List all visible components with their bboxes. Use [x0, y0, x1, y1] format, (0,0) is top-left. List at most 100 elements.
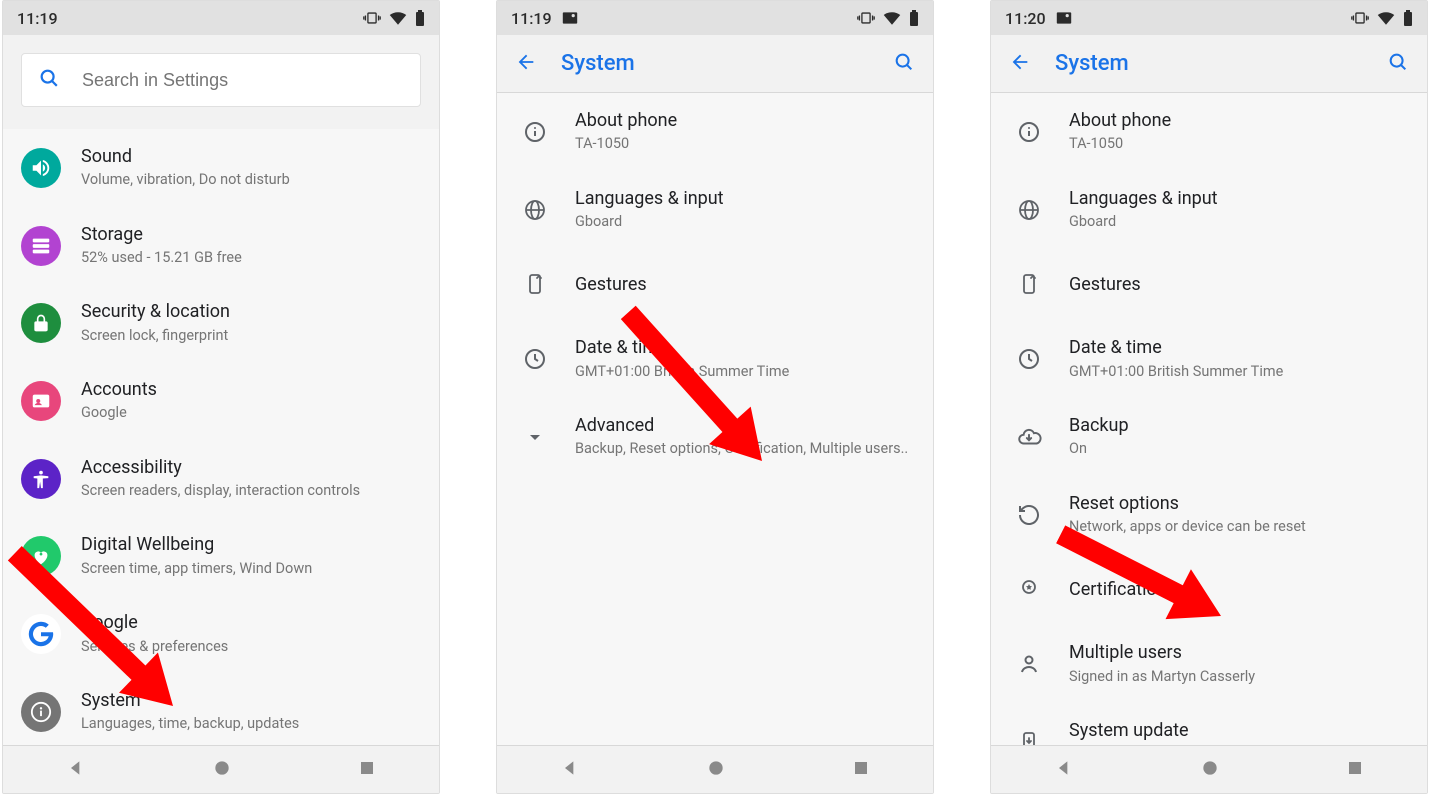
row-subtitle: Signed in as Martyn Casserly	[1069, 667, 1409, 687]
settings-row-sound[interactable]: Sound Volume, vibration, Do not disturb	[3, 129, 439, 207]
row-subtitle: Screen readers, display, interaction con…	[81, 481, 421, 501]
settings-row-gestures[interactable]: Gestures	[991, 248, 1427, 320]
restore-icon	[1009, 495, 1049, 535]
header-title: System	[561, 51, 893, 76]
search-button[interactable]	[893, 51, 915, 77]
person-icon	[1009, 644, 1049, 684]
cloud-icon	[1009, 417, 1049, 457]
nav-recent-button[interactable]	[1346, 759, 1364, 781]
row-title: System update	[1069, 719, 1409, 742]
wifi-icon	[389, 11, 407, 25]
settings-list: Sound Volume, vibration, Do not disturb …	[3, 129, 439, 745]
nav-recent-button[interactable]	[852, 759, 870, 781]
navigation-bar	[991, 745, 1427, 793]
settings-row-datetime[interactable]: Date & time GMT+01:00 British Summer Tim…	[991, 320, 1427, 398]
settings-list: About phone TA-1050 Languages & input Gb…	[497, 93, 933, 745]
settings-row-system[interactable]: System Languages, time, backup, updates	[3, 673, 439, 745]
info-icon	[21, 692, 61, 732]
chevron-icon	[515, 417, 555, 457]
searchbox-container	[3, 35, 439, 130]
back-button[interactable]	[515, 51, 537, 77]
nav-back-button[interactable]	[1054, 758, 1074, 782]
row-title: Digital Wellbeing	[81, 533, 421, 556]
accounts-icon	[21, 381, 61, 421]
wifi-icon	[883, 11, 901, 25]
settings-row-lang[interactable]: Languages & input Gboard	[497, 171, 933, 249]
status-time: 11:20	[1005, 9, 1046, 28]
row-title: Reset options	[1069, 492, 1409, 515]
nav-home-button[interactable]	[706, 758, 726, 782]
sound-icon	[21, 148, 61, 188]
clock-icon	[515, 339, 555, 379]
settings-row-storage[interactable]: Storage 52% used - 15.21 GB free	[3, 207, 439, 285]
settings-row-about[interactable]: About phone TA-1050	[497, 93, 933, 171]
row-subtitle: Screen time, app timers, Wind Down	[81, 559, 421, 579]
row-subtitle: GMT+01:00 British Summer Time	[1069, 362, 1409, 382]
settings-row-reset[interactable]: Reset options Network, apps or device ca…	[991, 476, 1427, 554]
settings-row-accounts[interactable]: Accounts Google	[3, 362, 439, 440]
row-title: Date & time	[575, 336, 915, 359]
nav-back-button[interactable]	[66, 758, 86, 782]
ribbon-icon	[1009, 569, 1049, 609]
wifi-icon	[1377, 11, 1395, 25]
settings-row-accessibility[interactable]: Accessibility Screen readers, display, i…	[3, 440, 439, 518]
settings-row-gestures[interactable]: Gestures	[497, 248, 933, 320]
gesture-icon	[1009, 264, 1049, 304]
settings-row-cert[interactable]: Certification	[991, 553, 1427, 625]
app-header: System	[991, 35, 1427, 93]
settings-row-wellbeing[interactable]: Digital Wellbeing Screen time, app timer…	[3, 517, 439, 595]
row-title: Gestures	[575, 273, 915, 296]
row-title: Accessibility	[81, 456, 421, 479]
vibrate-icon	[363, 11, 381, 25]
settings-row-advanced[interactable]: Advanced Backup, Reset options, Certific…	[497, 398, 933, 476]
row-subtitle: Gboard	[575, 212, 915, 232]
row-subtitle: Gboard	[1069, 212, 1409, 232]
row-subtitle: Backup, Reset options, Certification, Mu…	[575, 439, 915, 459]
gesture-icon	[515, 264, 555, 304]
row-title: Accounts	[81, 378, 421, 401]
google-icon	[21, 614, 61, 654]
notification-icon	[1056, 11, 1072, 25]
row-title: Security & location	[81, 300, 421, 323]
row-subtitle: Google	[81, 403, 421, 423]
settings-row-multi[interactable]: Multiple users Signed in as Martyn Casse…	[991, 625, 1427, 703]
settings-row-security[interactable]: Security & location Screen lock, fingerp…	[3, 284, 439, 362]
settings-row-update[interactable]: System update Update available	[991, 703, 1427, 745]
settings-row-lang[interactable]: Languages & input Gboard	[991, 171, 1427, 249]
row-subtitle: 52% used - 15.21 GB free	[81, 248, 421, 268]
battery-icon	[909, 10, 919, 26]
row-title: Date & time	[1069, 336, 1409, 359]
row-subtitle: Languages, time, backup, updates	[81, 714, 421, 734]
battery-icon	[415, 10, 425, 26]
nav-recent-button[interactable]	[358, 759, 376, 781]
row-subtitle: Volume, vibration, Do not disturb	[81, 170, 421, 190]
back-button[interactable]	[1009, 51, 1031, 77]
search-input[interactable]	[82, 70, 404, 91]
row-subtitle: TA-1050	[575, 134, 915, 154]
row-subtitle: GMT+01:00 British Summer Time	[575, 362, 915, 382]
row-title: Multiple users	[1069, 641, 1409, 664]
wellbeing-icon	[21, 536, 61, 576]
vibrate-icon	[1351, 11, 1369, 25]
status-time: 11:19	[17, 9, 58, 28]
lock-icon	[21, 303, 61, 343]
search-box[interactable]	[21, 53, 421, 107]
info-outline-icon	[515, 112, 555, 152]
row-title: Languages & input	[1069, 187, 1409, 210]
row-title: Sound	[81, 145, 421, 168]
settings-row-backup[interactable]: Backup On	[991, 398, 1427, 476]
status-bar: 11:20	[991, 1, 1427, 35]
storage-icon	[21, 226, 61, 266]
navigation-bar	[3, 745, 439, 793]
settings-row-datetime[interactable]: Date & time GMT+01:00 British Summer Tim…	[497, 320, 933, 398]
vibrate-icon	[857, 11, 875, 25]
notification-icon	[562, 11, 578, 25]
row-subtitle: Network, apps or device can be reset	[1069, 517, 1409, 537]
nav-home-button[interactable]	[212, 758, 232, 782]
nav-home-button[interactable]	[1200, 758, 1220, 782]
settings-row-google[interactable]: Google Services & preferences	[3, 595, 439, 673]
settings-row-about[interactable]: About phone TA-1050	[991, 93, 1427, 171]
nav-back-button[interactable]	[560, 758, 580, 782]
status-bar: 11:19	[3, 1, 439, 35]
search-button[interactable]	[1387, 51, 1409, 77]
